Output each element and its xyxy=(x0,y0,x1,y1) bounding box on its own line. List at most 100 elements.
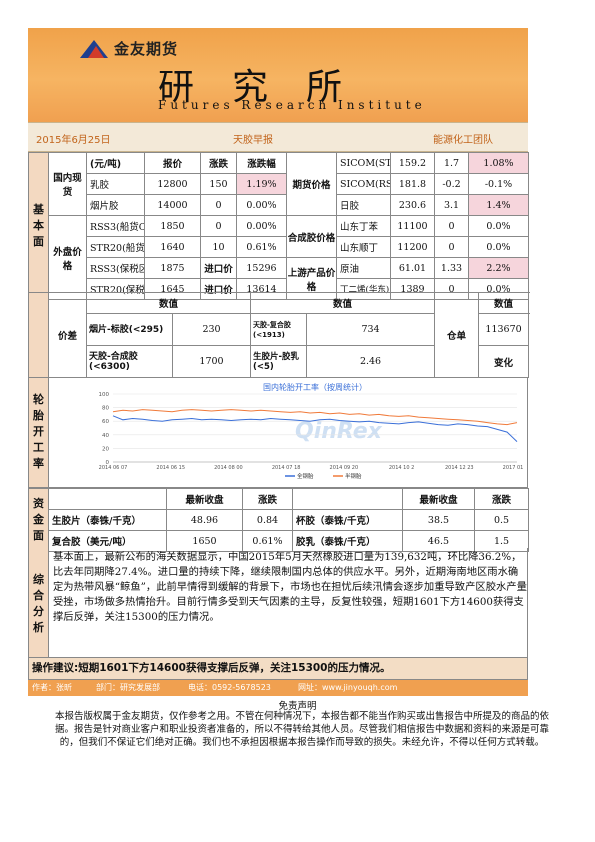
futures-change-pct: -0.1% xyxy=(468,173,529,195)
foreign-price: 1640 xyxy=(144,236,201,258)
spread-name: 天胶-复合胶(<1913) xyxy=(250,313,308,346)
report-footer: 作者：张昕 部门：研究发展部 电话：0592-5678523 网址：www.ji… xyxy=(28,680,528,696)
x-tick-label: 2014 07 18 xyxy=(272,465,301,471)
futures-price: 159.2 xyxy=(390,152,435,174)
unit-header: (元/吨) xyxy=(86,152,145,174)
synthetic-change-pct: 0.0% xyxy=(468,236,529,258)
upstream-change: 1.33 xyxy=(434,257,469,279)
section-basic-label: 基本面 xyxy=(28,152,49,300)
analysis-section: 综合分析 基本面上，最新公布的海关数据显示，中国2015年5月天然橡胶进口量为1… xyxy=(28,548,528,658)
spread-table: 价差 数值 数值 仓单 数值 烟片-标胶(<295) 230 天胶-复合胶(<1… xyxy=(28,292,530,378)
futures-price: 181.8 xyxy=(390,173,435,195)
futures-name: SICOM(STR) xyxy=(336,152,391,174)
synthetic-change: 0 xyxy=(434,236,469,258)
futures-name: 日胶 xyxy=(336,194,391,216)
x-tick-label: 2014 06 15 xyxy=(156,465,185,471)
spot-name: 乳胶 xyxy=(86,173,145,195)
foreign-name: STR20(船货CIF) xyxy=(86,236,145,258)
capital-blank-2 xyxy=(292,488,403,510)
institute-subtitle: Futures Research Institute xyxy=(158,98,426,112)
change-header: 涨跌 xyxy=(242,488,293,510)
tire-rate-chart: 国内轮胎开工率（按周统计）QinRex1008060402002014 06 0… xyxy=(99,382,526,480)
price-header: 报价 xyxy=(144,152,201,174)
x-tick-label: 2014 10 2 xyxy=(389,465,414,471)
capital-change: 0.84 xyxy=(242,509,293,531)
y-tick-label: 100 xyxy=(99,392,110,398)
futures-name: SICOM(RSS) xyxy=(336,173,391,195)
warehouse-value-header: 数值 xyxy=(478,292,530,314)
change-header: 涨跌 xyxy=(200,152,237,174)
warehouse-value: 113670 xyxy=(478,313,530,346)
section-analysis-label: 综合分析 xyxy=(29,548,49,657)
y-tick-label: 20 xyxy=(102,446,109,452)
foreign-price: 1875 xyxy=(144,257,201,279)
spot-change-pct: 1.19% xyxy=(236,173,287,195)
spot-price: 12800 xyxy=(144,173,201,195)
change-header-2: 涨跌 xyxy=(474,488,529,510)
capital-name: 杯胶（泰铢/千克） xyxy=(292,509,403,531)
foreign-name: RSS3(保税区) xyxy=(86,257,145,279)
synthetic-name: 山东丁苯 xyxy=(336,215,391,237)
synthetic-price: 11200 xyxy=(390,236,435,258)
legend-label: 半钢胎 xyxy=(345,472,362,480)
info-bar: 2015年6月25日 天胶早报 能源化工团队 xyxy=(28,122,528,152)
foreign-change: 0 xyxy=(200,215,237,237)
capital-change: 0.5 xyxy=(474,509,529,531)
company-name: 金友期货 xyxy=(114,40,179,58)
warehouse-change-label: 变化 xyxy=(478,345,530,378)
futures-change-pct: 1.08% xyxy=(468,152,529,174)
y-tick-label: 60 xyxy=(102,419,109,425)
spread-name: 天胶-合成胶(<6300) xyxy=(86,345,173,378)
capital-close: 48.96 xyxy=(166,509,243,531)
domestic-spot-label: 国内现货 xyxy=(48,152,87,216)
synthetic-change: 0 xyxy=(434,215,469,237)
x-tick-label: 2014 06 07 xyxy=(99,465,128,471)
change-pct-header: 涨跌幅 xyxy=(236,152,287,174)
capital-name: 生胶片（泰铢/千克） xyxy=(48,509,167,531)
spot-price: 14000 xyxy=(144,194,201,216)
synthetic-change-pct: 0.0% xyxy=(468,215,529,237)
chart-title: 国内轮胎开工率（按周统计） xyxy=(263,382,367,392)
spot-change: 0 xyxy=(200,194,237,216)
section-capital-label: 资金面 xyxy=(28,488,49,552)
spot-name: 烟片胶 xyxy=(86,194,145,216)
analysis-text: 基本面上，最新公布的海关数据显示，中国2015年5月天然橡胶进口量为139,63… xyxy=(53,551,527,623)
futures-change: 1.7 xyxy=(434,152,469,174)
spread-label: 价差 xyxy=(48,292,87,378)
x-tick-label: 2014 09 20 xyxy=(330,465,359,471)
synthetic-label: 合成胶价格 xyxy=(286,215,337,258)
disclaimer-text: 本报告版权属于金友期货，仅作参考之用。不管在何种情况下，本报告都不能当作购买或出… xyxy=(54,711,549,748)
tire-rate-section: 轮胎开工率 国内轮胎开工率（按周统计） QinRex 100 80 60 40 20 0 201… xyxy=(28,378,528,488)
spot-change: 150 xyxy=(200,173,237,195)
foreign-change-pct: 0.61% xyxy=(236,236,287,258)
synthetic-price: 11100 xyxy=(390,215,435,237)
report-date: 2015年6月25日 xyxy=(36,135,111,146)
foreign-name: RSS3(船货CIF) xyxy=(86,215,145,237)
spread-value: 1700 xyxy=(171,345,252,378)
foreign-price: 1850 xyxy=(144,215,201,237)
futures-change: 3.1 xyxy=(434,194,469,216)
capital-blank xyxy=(48,488,167,510)
spread-name: 烟片-标胶(<295) xyxy=(86,313,173,346)
futures-price-label: 期货价格 xyxy=(286,152,337,216)
spread-value: 734 xyxy=(306,313,436,346)
foreign-price-label: 外盘价格 xyxy=(48,215,87,300)
spread-value: 2.46 xyxy=(306,345,436,378)
synthetic-name: 山东顺丁 xyxy=(336,236,391,258)
capital-table: 资金面 最新收盘 涨跌 最新收盘 涨跌 生胶片（泰铢/千克） 48.96 0.8… xyxy=(28,488,529,552)
report-type: 天胶早报 xyxy=(233,135,273,146)
futures-price: 230.6 xyxy=(390,194,435,216)
futures-change: -0.2 xyxy=(434,173,469,195)
import-price: 15296 xyxy=(236,257,287,279)
basic-side-continued xyxy=(28,292,49,378)
upstream-price: 61.01 xyxy=(390,257,435,279)
spread-value: 230 xyxy=(171,313,252,346)
website-link[interactable]: 网址：www.jinyouqh.com xyxy=(298,680,397,696)
spread-name: 生胶片-胶乳(<5) xyxy=(250,345,308,378)
upstream-name: 原油 xyxy=(336,257,391,279)
team-name: 能源化工团队 xyxy=(433,135,493,146)
latest-close-header-2: 最新收盘 xyxy=(402,488,475,510)
trading-advice: 操作建议:短期1601下方14600获得支撑后反弹，关注15300的压力情况。 xyxy=(28,658,528,680)
latest-close-header: 最新收盘 xyxy=(166,488,243,510)
import-price-label: 进口价 xyxy=(200,257,237,279)
